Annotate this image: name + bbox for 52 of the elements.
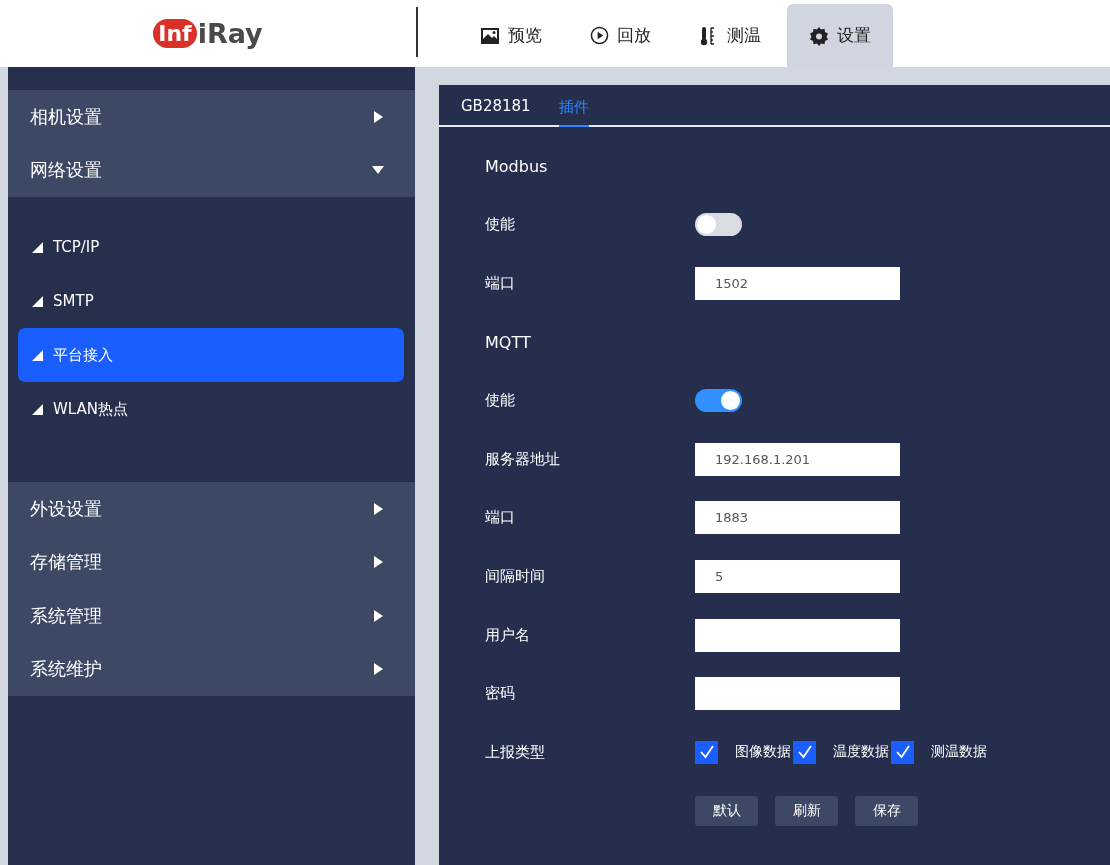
sidebar-group[interactable]: 相机设置 xyxy=(8,90,415,144)
toggle-switch[interactable] xyxy=(695,213,742,237)
triangle-icon xyxy=(32,295,43,307)
input-field[interactable]: 5 xyxy=(695,559,900,593)
field-label: 间隔时间 xyxy=(485,566,546,586)
settings-icon xyxy=(809,25,829,46)
checkbox-label: 图像数据 xyxy=(735,743,791,762)
sidebar-group[interactable]: 系统管理 xyxy=(8,589,415,643)
action-button[interactable]: 保存 xyxy=(855,795,918,826)
field-label: 用户名 xyxy=(485,625,531,645)
checkbox[interactable] xyxy=(695,740,718,764)
checkbox-label: 测温数据 xyxy=(931,743,987,762)
section-heading: MQTT xyxy=(485,332,531,352)
nav-tab[interactable]: 回放 xyxy=(568,4,673,67)
logo: Inf iRay xyxy=(153,18,263,49)
triangle-icon xyxy=(32,241,43,253)
checkbox[interactable] xyxy=(793,740,816,764)
field-label: 上报类型 xyxy=(485,742,546,762)
action-button[interactable]: 默认 xyxy=(695,795,758,826)
input-field[interactable]: 192.168.1.201 xyxy=(695,442,900,476)
sidebar-group[interactable]: 系统维护 xyxy=(8,642,415,696)
input-field[interactable] xyxy=(695,677,900,711)
sidebar-item[interactable]: 平台接入 xyxy=(18,328,404,382)
input-field[interactable] xyxy=(695,618,900,652)
checkbox[interactable] xyxy=(891,740,914,764)
field-label: 使能 xyxy=(485,215,516,235)
image-icon xyxy=(480,26,500,45)
field-label: 端口 xyxy=(485,508,516,528)
nav-tab[interactable]: 设置 xyxy=(787,4,893,67)
play-icon xyxy=(590,26,609,45)
field-label: 端口 xyxy=(485,274,516,293)
field-label: 密码 xyxy=(485,684,516,704)
input-field[interactable]: 1502 xyxy=(695,267,900,300)
sidebar-item[interactable]: TCP/IP xyxy=(18,220,404,274)
checkbox-label: 温度数据 xyxy=(833,743,889,762)
triangle-icon xyxy=(32,349,43,361)
action-button[interactable]: 刷新 xyxy=(775,795,838,826)
sidebar-group[interactable]: 存储管理 xyxy=(8,535,415,589)
nav-tab[interactable]: 预览 xyxy=(458,4,564,67)
field-label: 服务器地址 xyxy=(485,449,561,469)
sidebar-item[interactable]: WLAN热点 xyxy=(18,382,404,436)
input-field[interactable]: 1883 xyxy=(695,501,900,535)
nav-tab[interactable]: 测温 xyxy=(677,4,783,67)
sidebar-group[interactable]: 外设设置 xyxy=(8,482,415,536)
sub-tab[interactable]: 插件 xyxy=(558,93,589,127)
sidebar-item[interactable]: SMTP xyxy=(18,274,404,328)
triangle-icon xyxy=(32,403,43,415)
sidebar-group[interactable]: 网络设置 xyxy=(8,143,415,197)
sub-tab[interactable]: GB28181 xyxy=(461,93,531,125)
toggle-switch[interactable] xyxy=(695,389,742,413)
field-label: 使能 xyxy=(485,391,516,411)
section-heading: Modbus xyxy=(485,156,548,176)
